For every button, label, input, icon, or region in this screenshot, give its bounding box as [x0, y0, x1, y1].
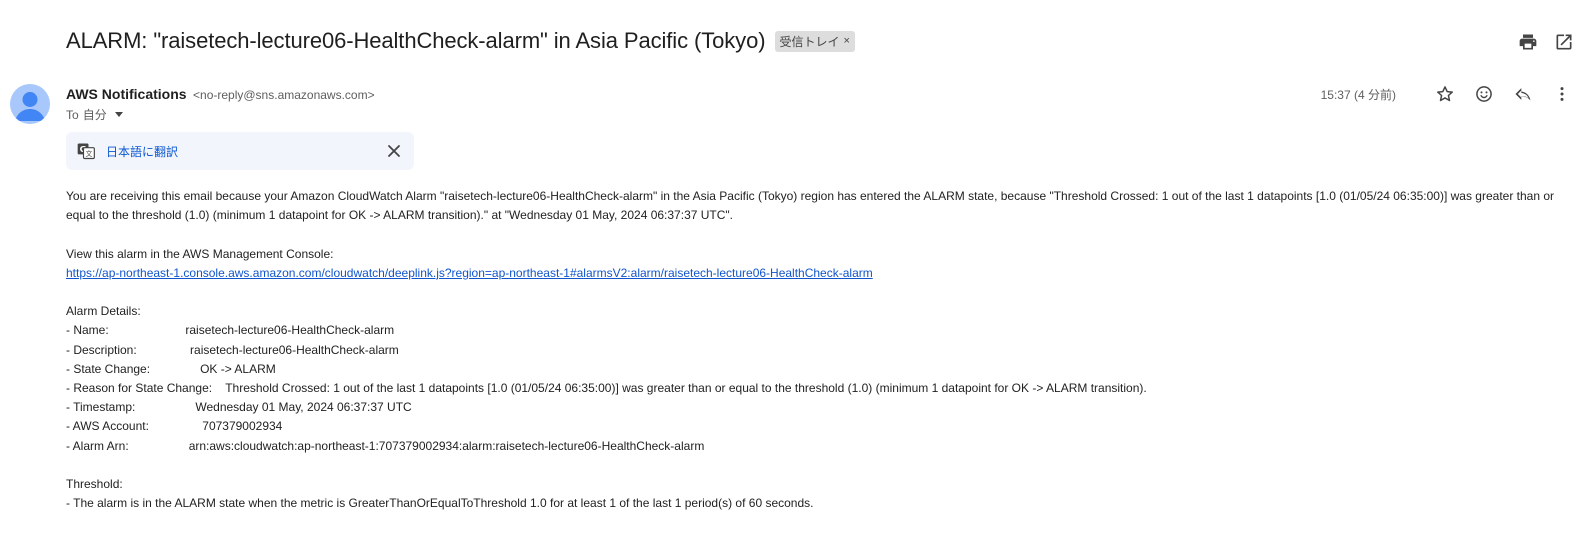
translate-link[interactable]: 日本語に翻訳	[106, 143, 178, 160]
threshold-heading: Threshold:	[66, 477, 123, 491]
console-link[interactable]: https://ap-northeast-1.console.aws.amazo…	[66, 266, 873, 280]
detail-timestamp: - Timestamp: Wednesday 01 May, 2024 06:3…	[66, 400, 412, 415]
recipient-line: To 自分	[66, 106, 123, 123]
to-recipient: 自分	[82, 108, 107, 122]
detail-description: - Description: raisetech-lecture06-Healt…	[66, 342, 399, 357]
console-label: View this alarm in the AWS Management Co…	[66, 246, 334, 261]
svg-text:文: 文	[86, 149, 93, 158]
details-heading: Alarm Details:	[66, 304, 141, 319]
more-vert-icon[interactable]	[1552, 84, 1572, 104]
threshold-line: - The alarm is in the ALARM state when t…	[66, 496, 814, 511]
message-actions: 15:37 (4 分前)	[1321, 84, 1572, 104]
default-avatar-icon[interactable]	[10, 84, 50, 124]
detail-reason: - Reason for State Change: Threshold Cro…	[66, 381, 1147, 395]
open-in-new-window-icon[interactable]	[1554, 32, 1574, 52]
body-intro: You are receiving this email because you…	[66, 189, 1555, 223]
inbox-label-chip[interactable]: 受信トレイ ×	[775, 30, 855, 52]
translate-icon: G 文	[77, 143, 95, 160]
close-icon[interactable]	[386, 143, 402, 159]
message-body: You are receiving this email because you…	[66, 187, 1566, 513]
detail-alarm-arn: - Alarm Arn: arn:aws:cloudwatch:ap-north…	[66, 438, 705, 453]
message-timestamp: 15:37 (4 分前)	[1320, 87, 1396, 102]
reply-icon[interactable]	[1513, 84, 1533, 104]
translate-bar: G 文 日本語に翻訳	[66, 132, 414, 170]
sender-info: AWS Notifications <no-reply@sns.amazonaw…	[66, 86, 375, 104]
star-icon[interactable]	[1435, 84, 1455, 104]
remove-label-button[interactable]: ×	[843, 35, 849, 47]
sender-email: <no-reply@sns.amazonaws.com>	[193, 88, 375, 102]
detail-state-change: - State Change: OK -> ALARM	[66, 361, 276, 376]
inbox-label-text: 受信トレイ	[779, 34, 840, 49]
thread-actions	[1518, 32, 1574, 52]
emoji-reaction-icon[interactable]	[1474, 84, 1494, 104]
detail-name: - Name: raisetech-lecture06-HealthCheck-…	[66, 323, 395, 338]
detail-aws-account: - AWS Account: 707379002934	[66, 419, 283, 434]
show-details-dropdown[interactable]	[114, 112, 123, 117]
email-subject-row: ALARM: "raisetech-lecture06-HealthCheck-…	[66, 28, 855, 54]
email-subject: ALARM: "raisetech-lecture06-HealthCheck-…	[66, 28, 766, 53]
print-icon[interactable]	[1518, 32, 1538, 52]
sender-name[interactable]: AWS Notifications	[66, 86, 187, 102]
to-prefix: To	[66, 107, 79, 122]
